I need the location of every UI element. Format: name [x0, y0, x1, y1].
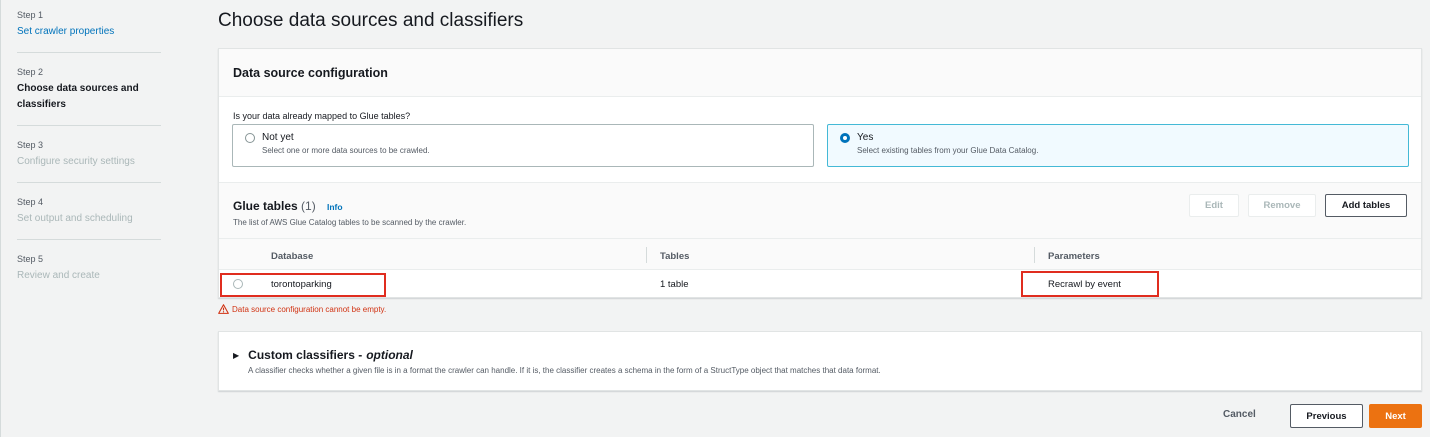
glue-tables-description: The list of AWS Glue Catalog tables to b… [233, 218, 467, 227]
glue-tables-title-text: Glue tables [233, 199, 298, 213]
step-number: Step 2 [17, 67, 44, 77]
step-2: Step 2 Choose data sources and classifie… [17, 65, 161, 126]
step-configure-security: Configure security settings [17, 156, 135, 167]
step-3: Step 3 Configure security settings [17, 138, 161, 183]
step-number: Step 3 [17, 140, 44, 150]
previous-button[interactable]: Previous [1290, 404, 1363, 428]
option-description: Select existing tables from your Glue Da… [857, 146, 1039, 155]
option-label: Not yet [262, 132, 294, 143]
annotation-highlight-box [220, 273, 386, 297]
glue-tables-title: Glue tables (1) [233, 199, 316, 213]
glue-tables-header: Glue tables (1) Info The list of AWS Glu… [219, 182, 1421, 238]
option-yes[interactable]: Yes Select existing tables from your Glu… [827, 124, 1409, 167]
caret-right-icon: ▶ [233, 350, 240, 360]
column-header-tables[interactable]: Tables [660, 251, 689, 262]
info-link[interactable]: Info [327, 202, 343, 212]
custom-classifiers-toggle[interactable]: ▶ Custom classifiers - optional [233, 348, 413, 362]
step-1: Step 1 Set crawler properties [17, 8, 161, 53]
next-button[interactable]: Next [1369, 404, 1422, 428]
remove-button[interactable]: Remove [1248, 194, 1316, 217]
cancel-button[interactable]: Cancel [1223, 409, 1256, 420]
column-header-database[interactable]: Database [271, 251, 313, 262]
step-number: Step 5 [17, 254, 44, 264]
option-description: Select one or more data sources to be cr… [262, 146, 430, 155]
mapping-question-label: Is your data already mapped to Glue tabl… [233, 111, 411, 121]
panel-header: Data source configuration [219, 49, 1421, 97]
step-current-choose-data-sources: Choose data sources and classifiers [17, 83, 139, 110]
edit-button[interactable]: Edit [1189, 194, 1239, 217]
annotation-highlight-box [1021, 271, 1159, 297]
page-title: Choose data sources and classifiers [218, 10, 524, 31]
step-set-output-scheduling: Set output and scheduling [17, 213, 133, 224]
step-review-create: Review and create [17, 270, 100, 281]
optional-label: optional [366, 348, 413, 362]
radio-not-yet[interactable] [245, 132, 255, 143]
option-not-yet[interactable]: Not yet Select one or more data sources … [232, 124, 814, 167]
option-label: Yes [857, 132, 874, 143]
radio-yes-selected[interactable] [840, 132, 850, 143]
column-header-parameters[interactable]: Parameters [1048, 251, 1100, 262]
step-number: Step 1 [17, 10, 44, 20]
table-header: Database Tables Parameters [219, 238, 1421, 270]
custom-classifiers-description: A classifier checks whether a given file… [248, 366, 881, 375]
column-divider [646, 247, 647, 263]
panel-title: Data source configuration [233, 66, 388, 80]
glue-tables-count: (1) [301, 199, 316, 213]
data-source-configuration-panel: Data source configuration Is your data a… [218, 48, 1422, 298]
warning-icon [218, 304, 229, 314]
step-5: Step 5 Review and create [17, 252, 161, 296]
step-link-set-crawler-properties[interactable]: Set crawler properties [17, 24, 161, 40]
custom-classifiers-title: Custom classifiers - [248, 348, 363, 362]
error-message: Data source configuration cannot be empt… [232, 304, 387, 314]
wizard-steps-sidebar: Step 1 Set crawler properties Step 2 Cho… [0, 0, 205, 437]
validation-error: Data source configuration cannot be empt… [218, 304, 386, 314]
table-row[interactable]: torontoparking 1 table Recrawl by event [219, 270, 1421, 298]
add-tables-button[interactable]: Add tables [1325, 194, 1407, 217]
cell-tables: 1 table [660, 279, 689, 290]
custom-classifiers-panel: ▶ Custom classifiers - optional A classi… [218, 331, 1422, 391]
column-divider [1034, 247, 1035, 263]
step-4: Step 4 Set output and scheduling [17, 195, 161, 240]
step-number: Step 4 [17, 197, 44, 207]
